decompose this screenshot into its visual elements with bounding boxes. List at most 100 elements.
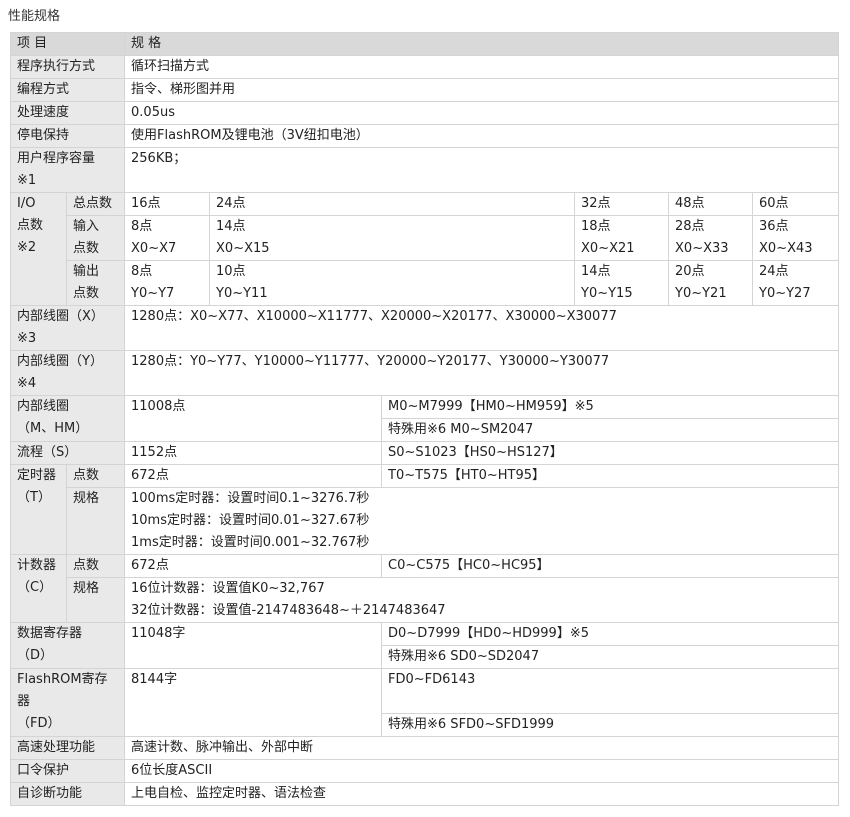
io-range: Y0~Y11	[216, 286, 268, 301]
io-count: 8点	[131, 219, 153, 234]
row-value: 1280点：X0~X77、X10000~X11777、X20000~X20177…	[124, 305, 840, 351]
row-label: 编程方式	[9, 78, 126, 102]
row-label: 用户程序容量 ※1	[9, 147, 126, 193]
io-output-cell: 24点 Y0~Y27	[752, 260, 840, 306]
io-range: Y0~Y7	[131, 286, 175, 301]
table-row: I/O 点数 ※2 总点数 16点 24点 32点 48点 60点	[10, 192, 840, 306]
timer-points-label: 点数	[65, 464, 126, 488]
row-value: 256KB；	[124, 147, 840, 193]
row-value: 使用FlashROM及锂电池（3V纽扣电池）	[124, 124, 840, 148]
label-line: （M、HM）	[17, 421, 89, 436]
row-value: 6位长度ASCII	[124, 759, 840, 783]
io-total-cell: 32点	[574, 192, 670, 216]
row-label: 内部线圈（Y） ※4	[9, 350, 126, 396]
label-line: （T）	[17, 490, 51, 505]
label-line: 数据寄存器	[17, 626, 83, 641]
row-label: 高速处理功能	[9, 736, 126, 760]
io-count: 8点	[131, 264, 153, 279]
io-output-cell: 10点 Y0~Y11	[209, 260, 576, 306]
row-label: 自诊断功能	[9, 782, 126, 806]
table-row: 高速处理功能 高速计数、脉冲输出、外部中断	[9, 736, 840, 760]
table-row: 停电保持 使用FlashROM及锂电池（3V纽扣电池）	[9, 124, 840, 148]
row-label: 程序执行方式	[9, 55, 126, 79]
table-row: 口令保护 6位长度ASCII	[9, 759, 840, 783]
io-input-label: 输入 点数	[65, 215, 126, 261]
io-total-cell: 60点	[752, 192, 840, 216]
io-range: X0~X33	[675, 241, 729, 256]
io-output-label: 输出 点数	[65, 260, 126, 306]
row-label: 内部线圈 （M、HM）	[9, 395, 126, 442]
spec-line: 10ms定时器：设置时间0.01~327.67秒	[131, 513, 370, 528]
label-line: 内部线圈（Y）	[17, 354, 103, 369]
counter-spec-cell: 16位计数器：设置值K0~32,767 32位计数器：设置值-214748364…	[124, 577, 840, 623]
label-line: 计数器	[17, 558, 57, 573]
header-spec: 规 格	[124, 32, 840, 56]
row-range: D0~D7999【HD0~HD999】※5	[381, 622, 840, 646]
io-count: 14点	[581, 264, 611, 279]
table-row: 内部线圈（Y） ※4 1280点：Y0~Y77、Y10000~Y11777、Y2…	[9, 350, 840, 396]
row-count: 11048字	[124, 622, 383, 669]
row-range: S0~S1023【HS0~HS127】	[381, 441, 840, 465]
row-value: 0.05us	[124, 101, 840, 125]
table-row: 用户程序容量 ※1 256KB；	[9, 147, 840, 193]
io-range: Y0~Y21	[675, 286, 727, 301]
row-label: 口令保护	[9, 759, 126, 783]
label-line: 输入	[73, 219, 100, 234]
spec-line: 100ms定时器：设置时间0.1~3276.7秒	[131, 491, 370, 506]
io-input-cell: 14点 X0~X15	[209, 215, 576, 261]
table-header-row: 项 目 规 格	[9, 32, 840, 56]
label-line: FlashROM寄存	[17, 672, 108, 687]
table-row: 规格 16位计数器：设置值K0~32,767 32位计数器：设置值-214748…	[11, 577, 840, 623]
io-total-cell: 16点	[124, 192, 211, 216]
io-range: Y0~Y27	[759, 286, 811, 301]
row-label: 内部线圈（X） ※3	[9, 305, 126, 351]
table-row: 数据寄存器 （D） 11048字 D0~D7999【HD0~HD999】※5	[9, 622, 840, 669]
label-note: ※4	[17, 376, 37, 391]
io-count: 14点	[216, 219, 246, 234]
io-total-cell: 48点	[668, 192, 754, 216]
io-input-cell: 18点 X0~X21	[574, 215, 670, 261]
label-note: ※2	[17, 240, 37, 255]
row-range: T0~T575【HT0~HT95】	[381, 464, 840, 488]
label-line: 定时器	[17, 468, 57, 483]
io-range: X0~X15	[216, 241, 270, 256]
table-row: 流程（S） 1152点 S0~S1023【HS0~HS127】	[9, 441, 840, 465]
row-count: 672点	[124, 554, 383, 578]
row-count: 1152点	[124, 441, 383, 465]
row-range: FD0~FD6143	[381, 668, 840, 714]
label-line: （D）	[17, 648, 54, 663]
table-row: 计数器 （C） 点数 672点 C0~C575【HC0~HC95】	[10, 554, 840, 623]
io-label: I/O 点数 ※2	[10, 192, 67, 306]
spec-line: 32位计数器：设置值-2147483648~＋2147483647	[131, 603, 446, 618]
table-row: FlashROM寄存 器 （FD） 8144字 FD0~FD6143	[9, 668, 840, 737]
io-output-cell: 8点 Y0~Y7	[124, 260, 211, 306]
table-row: 内部线圈 （M、HM） 11008点 M0~M7999【HM0~HM959】※5	[9, 395, 840, 442]
table-row: 内部线圈（X） ※3 1280点：X0~X77、X10000~X11777、X2…	[9, 305, 840, 351]
table-row: 处理速度 0.05us	[9, 101, 840, 125]
io-count: 36点	[759, 219, 789, 234]
row-range: 特殊用※6 SFD0~SFD1999	[381, 713, 840, 737]
row-count: 11008点	[124, 395, 383, 442]
row-range: 特殊用※6 M0~SM2047	[381, 418, 840, 442]
io-count: 24点	[759, 264, 789, 279]
label-line: 内部线圈	[17, 399, 70, 414]
label-line: 内部线圈（X）	[17, 309, 104, 324]
io-total-cell: 24点	[209, 192, 576, 216]
row-label: 数据寄存器 （D）	[9, 622, 126, 669]
io-count: 28点	[675, 219, 705, 234]
timer-spec-blank	[381, 487, 840, 555]
io-total-label: 总点数	[65, 192, 126, 216]
row-value: 循环扫描方式	[124, 55, 840, 79]
spec-line: 1ms定时器：设置时间0.001~32.767秒	[131, 535, 370, 550]
spec-line: 16位计数器：设置值K0~32,767	[131, 581, 325, 596]
io-count: 20点	[675, 264, 705, 279]
page-title: 性能规格	[8, 9, 61, 24]
io-range: Y0~Y15	[581, 286, 633, 301]
label-line: I/O	[17, 196, 36, 211]
label-note: ※1	[17, 173, 37, 188]
table-row: 定时器 （T） 点数 672点 T0~T575【HT0~HT95】	[10, 464, 840, 555]
row-value: 1280点：Y0~Y77、Y10000~Y11777、Y20000~Y20177…	[124, 350, 840, 396]
row-label: 处理速度	[9, 101, 126, 125]
io-count: 18点	[581, 219, 611, 234]
counter-spec-label: 规格	[65, 577, 126, 623]
